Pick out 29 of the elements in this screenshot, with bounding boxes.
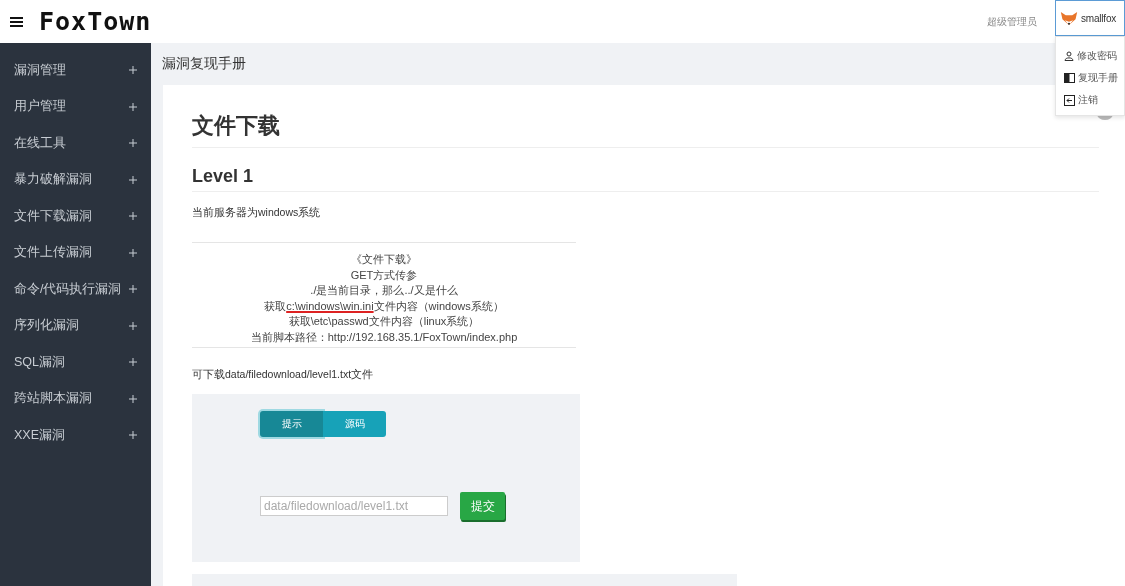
hint-line: 获取c:\windows\win.ini文件内容（windows系统） bbox=[264, 298, 504, 314]
sidebar-item[interactable]: 文件下载漏洞 bbox=[0, 198, 151, 235]
hint-line: 《文件下载》 bbox=[351, 252, 417, 267]
server-info: 当前服务器为windows系统 bbox=[192, 206, 322, 220]
hint-line: ./是当前目录，那么../又是什么 bbox=[310, 283, 458, 298]
hint-line: 获取\etc\passwd文件内容（linux系统） bbox=[288, 314, 480, 329]
menu-item[interactable]: 注销 bbox=[1064, 93, 1124, 107]
level-title: Level 1 bbox=[192, 166, 1099, 192]
user-button[interactable]: smallfox bbox=[1055, 0, 1125, 36]
path-input[interactable]: data/filedownload/level1.txt bbox=[260, 496, 448, 516]
menu-item[interactable]: 修改密码 bbox=[1064, 49, 1124, 63]
menu-item[interactable]: 复现手册 bbox=[1064, 71, 1124, 85]
user-role: 超级管理员 bbox=[987, 14, 1037, 29]
sidebar-item[interactable]: XXE漏洞 bbox=[0, 417, 151, 454]
sidebar-item[interactable]: 文件上传漏洞 bbox=[0, 234, 151, 271]
hint-line: GET方式传参 bbox=[350, 267, 418, 283]
sidebar-item[interactable]: 漏洞管理 bbox=[0, 52, 151, 89]
sidebar-item[interactable]: 命令/代码执行漏洞 bbox=[0, 271, 151, 308]
sidebar-item[interactable]: 跨站脚本漏洞 bbox=[0, 380, 151, 417]
sidebar-item[interactable]: 序列化漏洞 bbox=[0, 307, 151, 344]
download-note: 可下载data/filedownload/level1.txt文件 bbox=[192, 368, 375, 382]
sidebar-item[interactable]: 用户管理 bbox=[0, 88, 151, 125]
sidebar-item[interactable]: 在线工具 bbox=[0, 125, 151, 162]
breadcrumb: 漏洞复现手册 bbox=[162, 55, 246, 73]
hint-line: 当前脚本路径：http://192.168.35.1/FoxTown/index.php bbox=[250, 329, 518, 345]
sidebar-item[interactable]: 暴力破解漏洞 bbox=[0, 161, 151, 198]
tab[interactable]: 提示 bbox=[260, 411, 323, 437]
logo: FoxTown bbox=[39, 7, 152, 36]
sidebar-item[interactable]: SQL漏洞 bbox=[0, 344, 151, 381]
